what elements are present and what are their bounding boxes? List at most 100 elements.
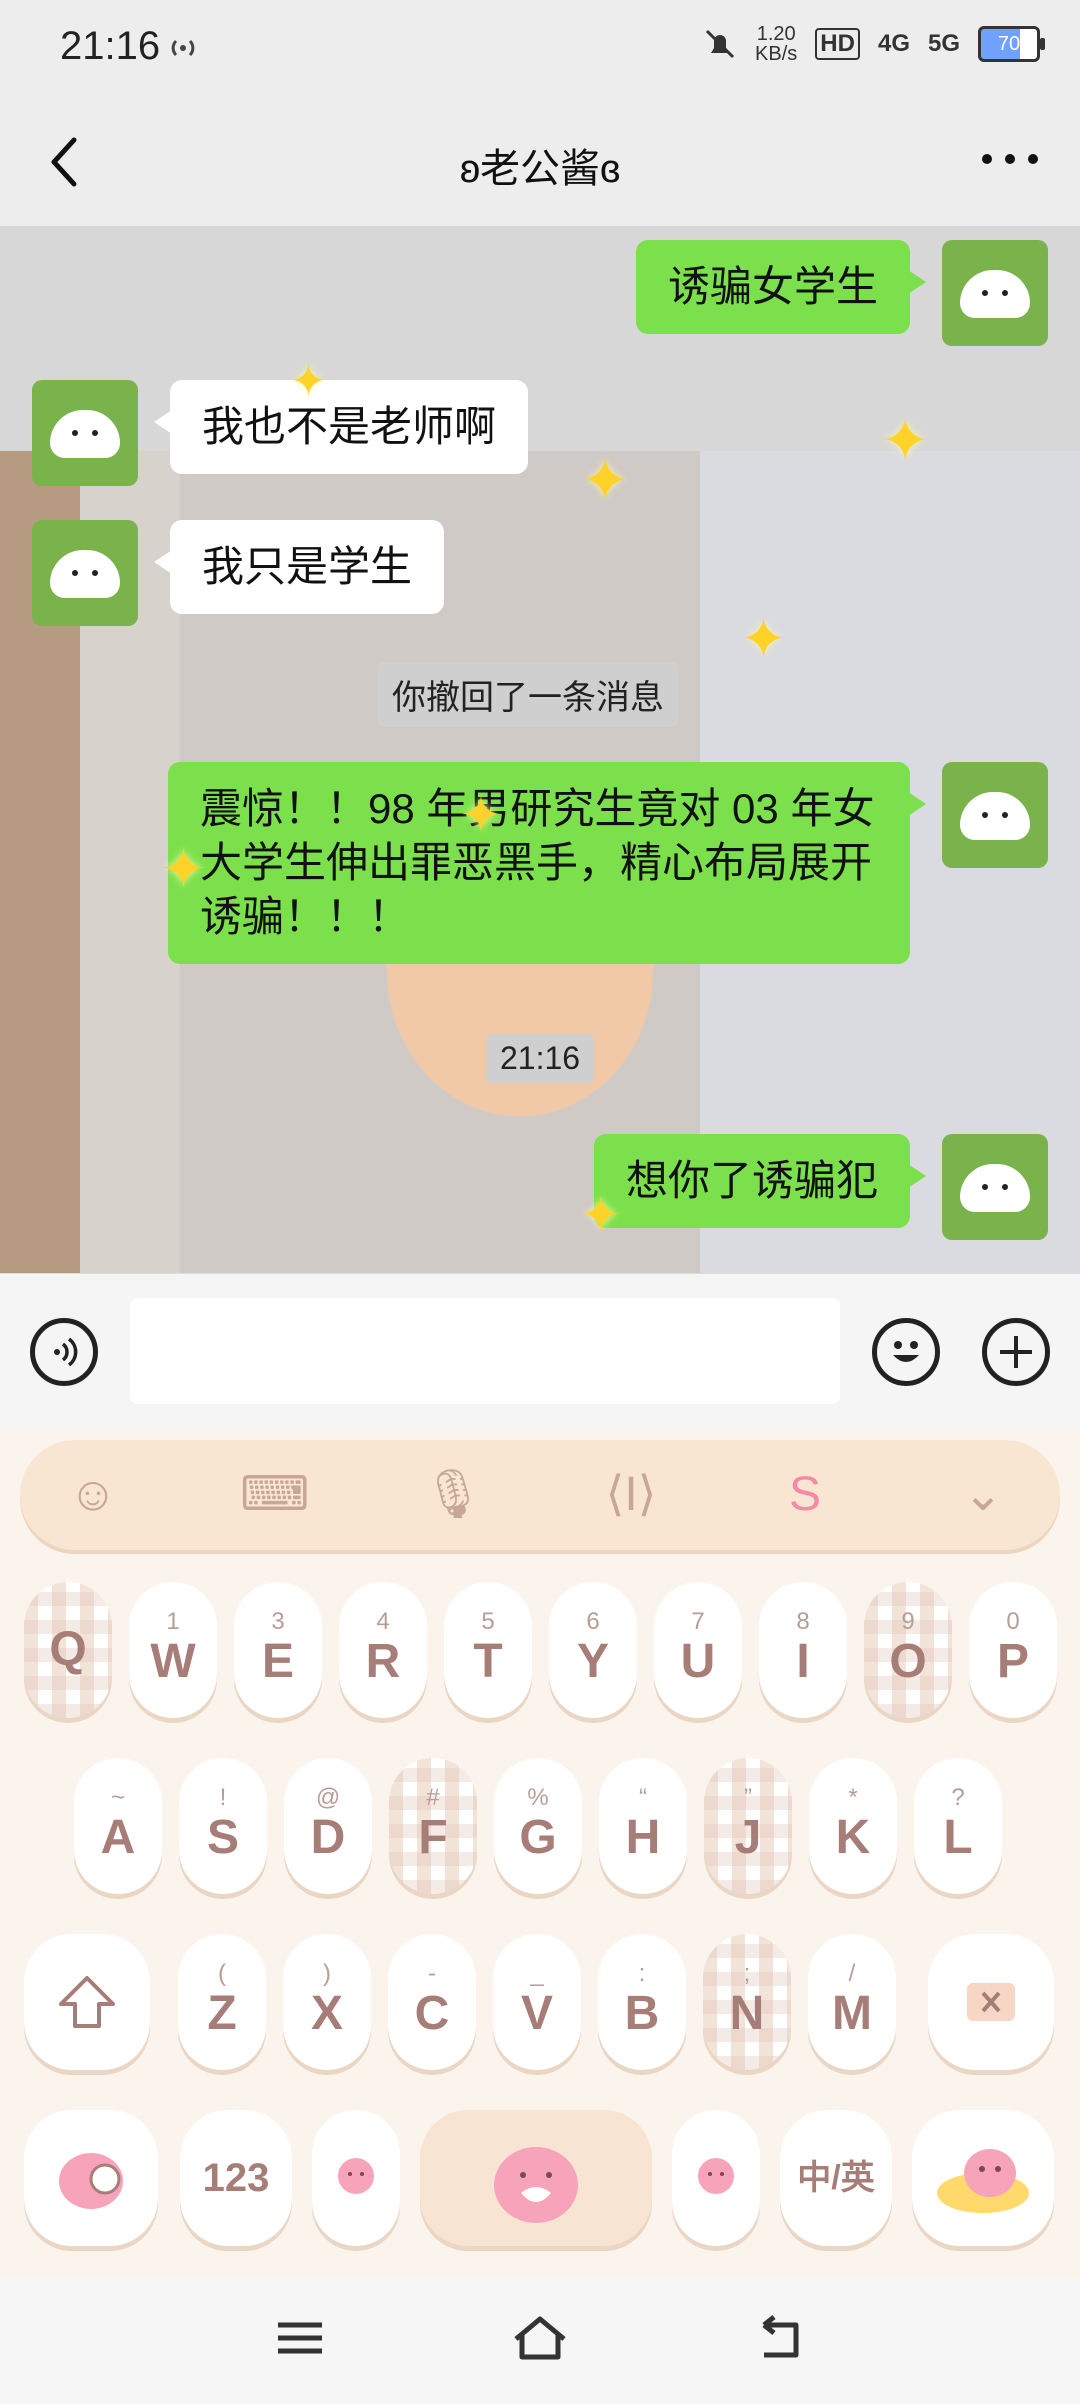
chevron-down-icon[interactable]: ⌄ xyxy=(950,1462,1016,1528)
chat-header: ʚ老公酱ɞ xyxy=(0,96,1080,226)
key-main-label: G xyxy=(519,1811,557,1864)
numbers-key[interactable]: 123 xyxy=(180,2110,292,2246)
microphone-icon[interactable]: 🎙︎ xyxy=(420,1462,486,1528)
key-m[interactable]: / M xyxy=(808,1934,896,2070)
keyboard-icon[interactable]: ⌨ xyxy=(240,1462,309,1528)
key-main-label: E xyxy=(261,1635,294,1688)
key-sub-label: : xyxy=(638,1960,646,1987)
punctuation-mascot-icon xyxy=(338,2158,374,2194)
mute-icon xyxy=(705,29,735,59)
avatar[interactable] xyxy=(942,762,1048,868)
key-sub-label: “ xyxy=(639,1784,647,1811)
key-k[interactable]: * K xyxy=(809,1758,897,1894)
key-main-label: J xyxy=(734,1811,762,1864)
avatar[interactable] xyxy=(942,1134,1048,1240)
key-main-label: S xyxy=(206,1811,239,1864)
plus-icon[interactable] xyxy=(982,1318,1050,1386)
hd-icon: HD xyxy=(815,28,860,60)
key-z[interactable]: (Z xyxy=(178,1934,266,2070)
battery-icon: 70 xyxy=(978,26,1045,62)
message-bubble-sent[interactable]: 想你了诱骗犯 xyxy=(593,1134,927,1228)
status-indicators: 1.20 KB/s HD 4G 5G 70 xyxy=(703,24,1045,64)
key-main-label: Y xyxy=(576,1635,609,1688)
key-sub-label: ! xyxy=(219,1784,227,1811)
smiley-icon[interactable]: ☺ xyxy=(60,1462,126,1528)
status-time: 21:16 xyxy=(60,24,161,68)
space-key[interactable] xyxy=(420,2110,652,2246)
message-input[interactable] xyxy=(130,1298,840,1404)
key-v[interactable]: _ V xyxy=(493,1934,581,2070)
avatar[interactable] xyxy=(32,380,138,486)
voice-icon[interactable] xyxy=(30,1318,98,1386)
emoji-key[interactable] xyxy=(24,2110,158,2246)
key-sub-label: 3 xyxy=(271,1608,285,1635)
enter-key[interactable] xyxy=(912,2110,1054,2246)
shift-key[interactable] xyxy=(24,1934,150,2070)
key-sub-label: 4 xyxy=(376,1608,390,1635)
shift-arrow-icon xyxy=(59,1976,115,2028)
backspace-icon xyxy=(967,1983,1015,2021)
chat-area[interactable]: 诱骗女学生 我也不是老师啊 我只是学生 你撤回了一条消息 震惊！！98 年男研究… xyxy=(0,226,1080,1273)
net-speed: 1.20 KB/s xyxy=(755,24,797,64)
key-p[interactable]: 0P xyxy=(969,1582,1057,1718)
key-sub-label: ( xyxy=(218,1960,226,1987)
key-s[interactable]: ! S xyxy=(179,1758,267,1894)
system-nav-bar xyxy=(0,2277,1080,2404)
enter-mascot-icon xyxy=(937,2149,1029,2213)
status-bar: 21:16 1.20 KB/s HD 4G 5G 70 xyxy=(0,0,1080,96)
net-speed-value: 1.20 xyxy=(756,23,796,45)
punctuation-key[interactable] xyxy=(312,2110,400,2246)
message-bubble-sent[interactable]: 震惊！！98 年男研究生竟对 03 年女大学生伸出罪恶黑手，精心布局展开诱骗！！… xyxy=(168,762,926,964)
more-dots-icon[interactable] xyxy=(980,152,1040,166)
key-y[interactable]: 6Y xyxy=(549,1582,637,1718)
message-bubble-sent[interactable]: 诱骗女学生 xyxy=(635,240,927,334)
key-j[interactable]: ” J xyxy=(704,1758,792,1894)
chat-title: ʚ老公酱ɞ xyxy=(459,147,621,191)
key-sub-label: 8 xyxy=(796,1608,810,1635)
key-f[interactable]: # F xyxy=(389,1758,477,1894)
message-bubble-received[interactable]: 我也不是老师啊 xyxy=(153,380,529,474)
key-main-label: X xyxy=(310,1987,343,2040)
key-main-label: N xyxy=(729,1987,765,2040)
key-e[interactable]: 3E xyxy=(234,1582,322,1718)
key-a[interactable]: ~ A xyxy=(74,1758,162,1894)
hotspot-icon xyxy=(171,39,195,57)
home-icon[interactable] xyxy=(510,2313,570,2363)
language-key[interactable]: 中/英 xyxy=(780,2110,892,2246)
key-main-label: F xyxy=(418,1811,448,1864)
sogou-logo-icon[interactable]: S xyxy=(772,1462,838,1528)
key-t[interactable]: 5T xyxy=(444,1582,532,1718)
avatar[interactable] xyxy=(942,240,1048,346)
key-w[interactable]: 1W xyxy=(129,1582,217,1718)
key-c[interactable]: -C xyxy=(388,1934,476,2070)
key-d[interactable]: @ D xyxy=(284,1758,372,1894)
key-sub-label: 1 xyxy=(166,1608,180,1635)
message-bubble-received[interactable]: 我只是学生 xyxy=(153,520,445,614)
key-sub-label: / xyxy=(848,1960,856,1987)
cursor-icon[interactable]: ⟨I⟩ xyxy=(598,1462,664,1528)
smiley-icon[interactable] xyxy=(872,1318,940,1386)
key-x[interactable]: ) X xyxy=(283,1934,371,2070)
keyboard: ☺ ⌨ 🎙︎ ⟨I⟩ S ⌄ Q1W3E4R5T6Y7U8I9O0P ~ A! S @… xyxy=(0,1430,1080,2277)
key-i[interactable]: 8I xyxy=(759,1582,847,1718)
avatar[interactable] xyxy=(32,520,138,626)
signal-5g: 5G xyxy=(927,30,960,57)
sparkle-icon: ✦ xyxy=(290,357,327,406)
key-u[interactable]: 7U xyxy=(654,1582,742,1718)
key-g[interactable]: % G xyxy=(494,1758,582,1894)
key-sub-label: - xyxy=(428,1960,436,1987)
key-o[interactable]: 9O xyxy=(864,1582,952,1718)
key-sub-label: 0 xyxy=(1006,1608,1020,1635)
comma-key[interactable] xyxy=(672,2110,760,2246)
menu-icon[interactable] xyxy=(270,2313,330,2363)
back-icon[interactable] xyxy=(750,2313,810,2363)
key-l[interactable]: ? L xyxy=(914,1758,1002,1894)
key-n[interactable]: ; N xyxy=(703,1934,791,2070)
key-h[interactable]: “H xyxy=(599,1758,687,1894)
key-b[interactable]: :B xyxy=(598,1934,686,2070)
key-q[interactable]: Q xyxy=(24,1582,112,1718)
language-key-label: 中/英 xyxy=(797,2159,875,2197)
key-main-label: V xyxy=(520,1987,553,2040)
key-r[interactable]: 4R xyxy=(339,1582,427,1718)
delete-key[interactable] xyxy=(928,1934,1054,2070)
